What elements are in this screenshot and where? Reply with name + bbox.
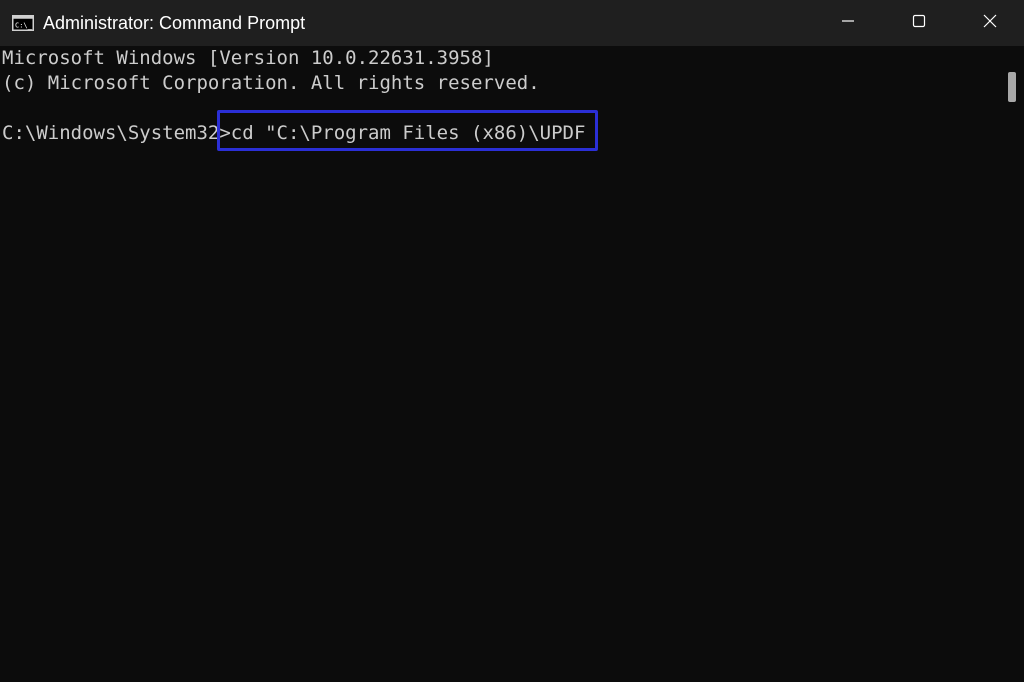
scrollbar-thumb[interactable]	[1008, 72, 1016, 102]
vertical-scrollbar[interactable]	[1000, 46, 1024, 682]
title-bar[interactable]: C:\_ Administrator: Command Prompt	[0, 0, 1024, 46]
maximize-icon	[912, 14, 926, 33]
close-icon	[983, 14, 997, 33]
svg-text:C:\_: C:\_	[15, 22, 33, 30]
minimize-icon	[841, 14, 855, 33]
minimize-button[interactable]	[813, 0, 883, 46]
window-title: Administrator: Command Prompt	[43, 13, 306, 33]
command-prompt-window: C:\_ Administrator: Command Prompt Micro…	[0, 0, 1024, 682]
close-button[interactable]	[955, 0, 1024, 46]
console-line-copyright: (c) Microsoft Corporation. All rights re…	[2, 72, 540, 94]
command-highlight-box	[217, 110, 598, 151]
command-prompt-path: C:\Windows\System32>	[2, 122, 231, 144]
maximize-button[interactable]	[884, 0, 954, 46]
cmd-icon: C:\_	[12, 15, 34, 31]
console-line-version: Microsoft Windows [Version 10.0.22631.39…	[2, 47, 494, 69]
console-output[interactable]: Microsoft Windows [Version 10.0.22631.39…	[0, 46, 1000, 682]
